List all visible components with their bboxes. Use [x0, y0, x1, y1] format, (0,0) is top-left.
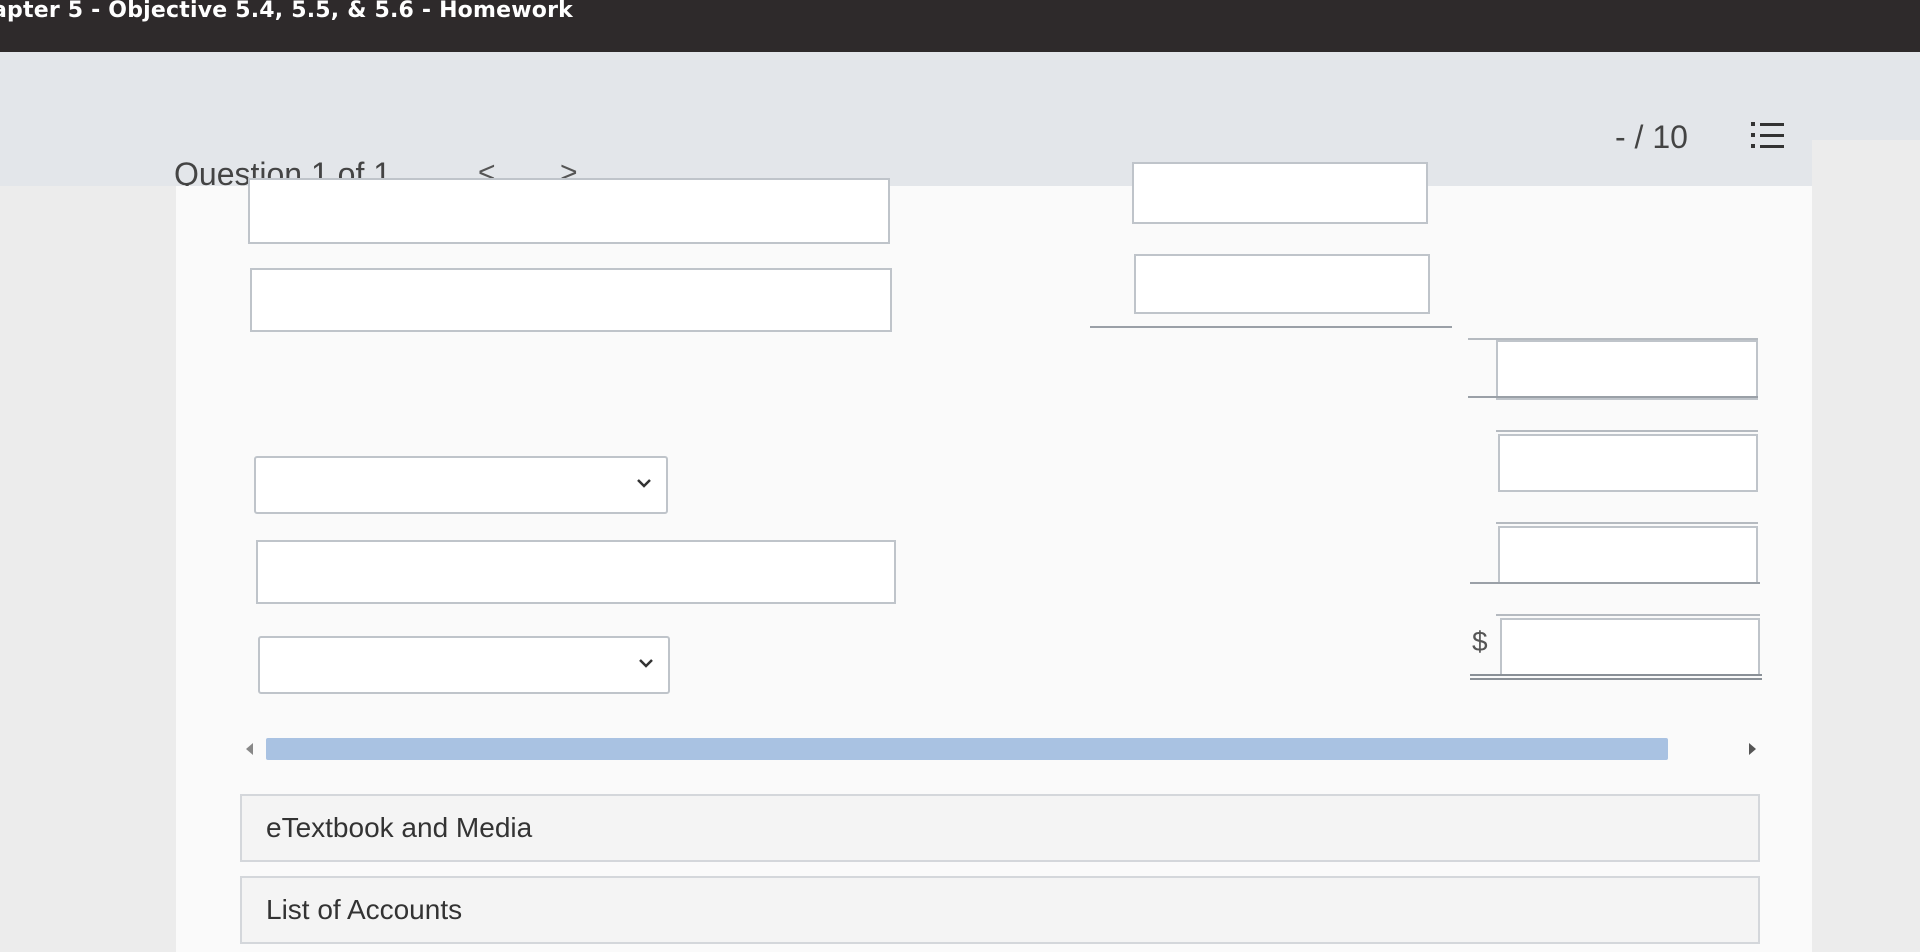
final-total-input[interactable]	[1500, 618, 1760, 676]
total-input-3[interactable]	[1498, 526, 1758, 584]
amount-input-2[interactable]	[1134, 254, 1430, 314]
window-title: apter 5 - Objective 5.4, 5.5, & 5.6 - Ho…	[0, 0, 573, 23]
etextbook-media-section[interactable]: eTextbook and Media	[240, 794, 1760, 862]
question-score: - / 10	[1615, 119, 1688, 155]
subtotal-line-2	[1468, 396, 1758, 398]
amount-input-1[interactable]	[1132, 162, 1428, 224]
total-input-1[interactable]	[1496, 340, 1758, 400]
question-header: Question 1 of 1 < > - / 10	[0, 52, 1920, 192]
right-margin	[1812, 140, 1920, 952]
rule-line	[1496, 430, 1758, 432]
horizontal-scrollbar[interactable]	[246, 734, 1756, 764]
etextbook-media-label: eTextbook and Media	[266, 812, 533, 843]
subtotal-line-1	[1090, 326, 1452, 328]
double-underline	[1470, 674, 1762, 680]
scroll-left-arrow-icon[interactable]	[246, 743, 253, 755]
left-margin	[0, 186, 176, 952]
window-title-bar: apter 5 - Objective 5.4, 5.5, & 5.6 - Ho…	[0, 0, 1920, 52]
account-name-input-3[interactable]	[256, 540, 896, 604]
scrollbar-thumb[interactable]	[266, 738, 1668, 760]
subtotal-line-3	[1470, 582, 1760, 584]
account-name-input-1[interactable]	[248, 178, 890, 244]
list-of-accounts-label: List of Accounts	[266, 894, 463, 925]
rule-line	[1496, 522, 1758, 524]
total-input-2[interactable]	[1498, 434, 1758, 492]
account-select-2[interactable]	[258, 636, 670, 694]
chevron-down-icon	[639, 659, 653, 668]
chevron-down-icon	[637, 479, 651, 488]
scroll-right-arrow-icon[interactable]	[1749, 743, 1756, 755]
currency-symbol: $	[1472, 626, 1488, 657]
rule-line	[1496, 614, 1760, 616]
question-list-icon[interactable]	[1750, 120, 1786, 152]
account-name-input-2[interactable]	[250, 268, 892, 332]
account-select-1[interactable]	[254, 456, 668, 514]
list-of-accounts-section[interactable]: List of Accounts	[240, 876, 1760, 944]
